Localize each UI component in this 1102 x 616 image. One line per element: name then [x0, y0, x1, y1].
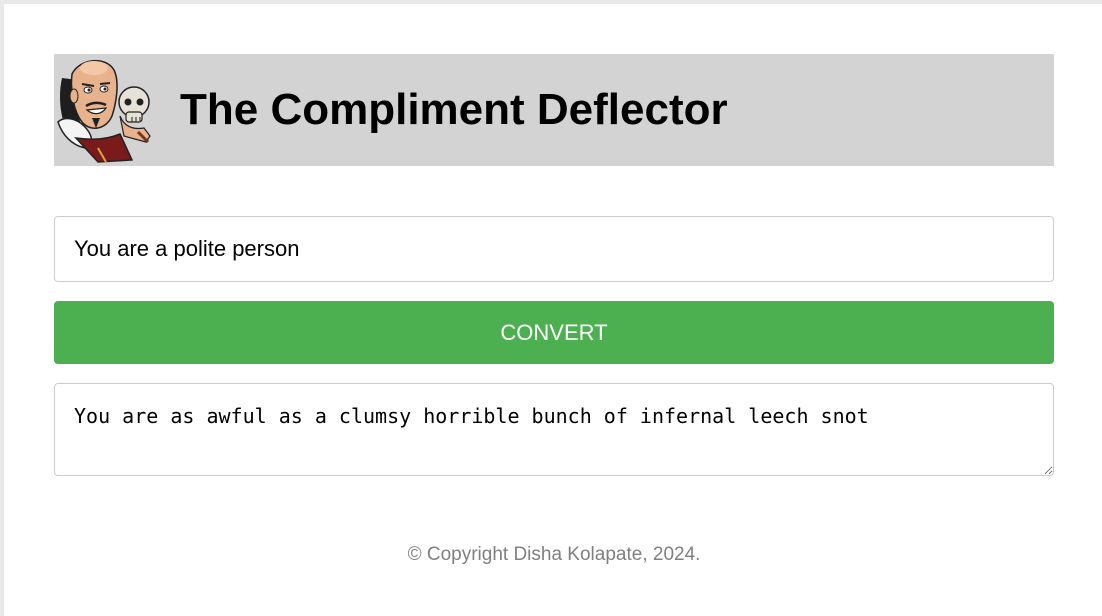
convert-button[interactable]: CONVERT — [54, 301, 1054, 364]
header-banner: The Compliment Deflector — [54, 54, 1054, 166]
shakespeare-with-skull-icon — [57, 60, 151, 163]
footer-copyright: © Copyright Disha Kolapate, 2024. — [407, 544, 701, 565]
compliment-input[interactable] — [54, 216, 1054, 282]
page-container: The Compliment Deflector CONVERT You are… — [4, 4, 1102, 616]
output-textarea[interactable]: You are as awful as a clumsy horrible bu… — [54, 383, 1054, 476]
page-title: The Compliment Deflector — [180, 85, 728, 134]
